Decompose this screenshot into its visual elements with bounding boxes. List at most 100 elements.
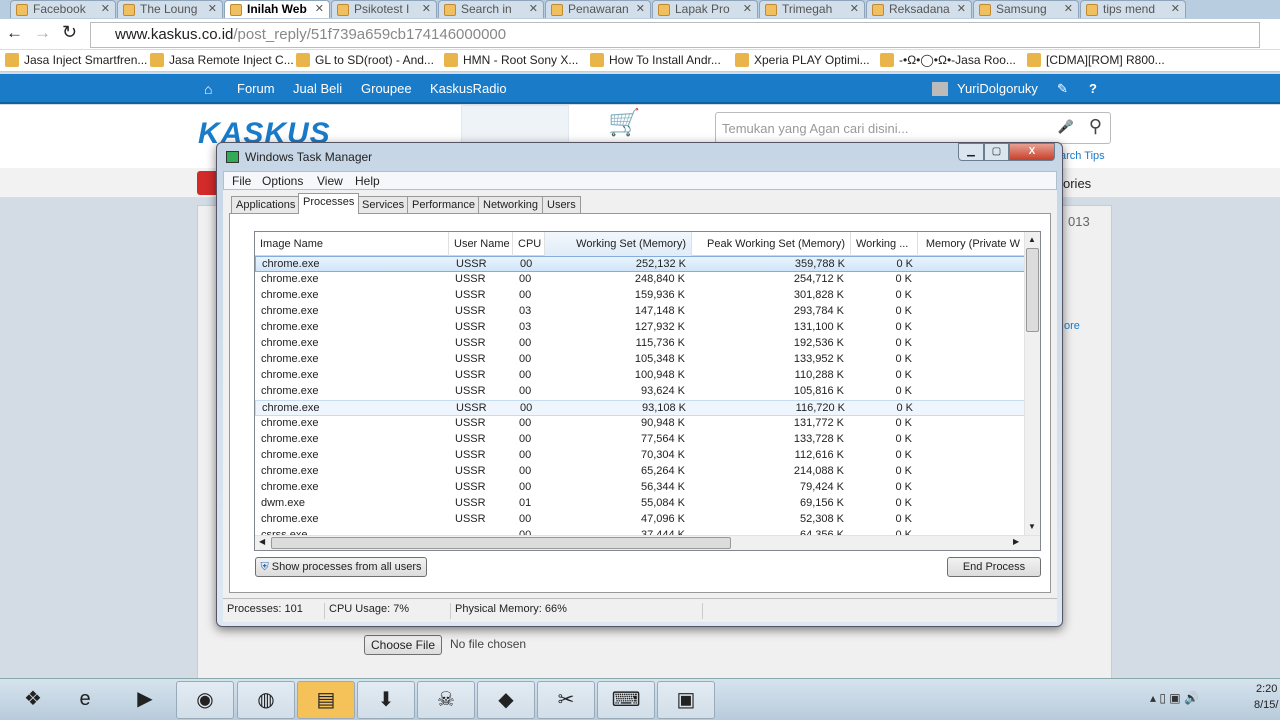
windows-explorer-icon[interactable]: ▤ xyxy=(297,681,355,719)
menu-options[interactable]: Options xyxy=(262,174,303,188)
table-row[interactable]: chrome.exe USSR 00 105,348 K 133,952 K 0 K xyxy=(255,352,1025,368)
column-cpu[interactable]: CPU xyxy=(513,232,545,256)
search-tips-link[interactable]: arch Tips xyxy=(1060,150,1105,162)
close-tab-icon[interactable]: ✕ xyxy=(529,2,538,15)
column-peak-working-set[interactable]: Peak Working Set (Memory) xyxy=(692,232,851,256)
address-bar[interactable]: www.kaskus.co.id/post_reply/51f739a659cb… xyxy=(90,22,1260,48)
pencil-icon[interactable]: ✎ xyxy=(1057,81,1068,97)
minimize-button[interactable]: ▁ xyxy=(958,143,984,161)
column-user-name[interactable]: User Name xyxy=(449,232,513,256)
microphone-icon[interactable]: 🎤 xyxy=(1058,119,1074,135)
task-manager-icon[interactable]: ▣ xyxy=(657,681,715,719)
close-tab-icon[interactable]: ✕ xyxy=(743,2,752,15)
table-row[interactable]: chrome.exe USSR 00 115,736 K 192,536 K 0 K xyxy=(255,336,1025,352)
tab-services[interactable]: Services xyxy=(357,196,410,213)
table-row[interactable]: chrome.exe USSR 00 248,840 K 254,712 K 0 K xyxy=(255,272,1025,288)
tab-networking[interactable]: Networking xyxy=(478,196,544,213)
chrome-icon[interactable]: ◉ xyxy=(176,681,234,719)
bookmark-item[interactable]: -•Ω•◯•Ω•-Jasa Roo... xyxy=(880,53,1016,67)
table-row[interactable]: chrome.exe USSR 03 127,932 K 131,100 K 0 K xyxy=(255,320,1025,336)
tab-processes[interactable]: Processes xyxy=(298,193,360,214)
nav-groupee[interactable]: Groupee xyxy=(361,81,412,96)
table-row[interactable]: chrome.exe USSR 00 252,132 K 359,788 K 0 K xyxy=(255,256,1025,272)
table-row[interactable]: chrome.exe USSR 00 93,108 K 116,720 K 0 K xyxy=(255,400,1025,416)
horizontal-scroll-thumb[interactable] xyxy=(271,537,731,549)
table-row[interactable]: chrome.exe USSR 00 47,096 K 52,308 K 0 K xyxy=(255,512,1025,528)
close-tab-icon[interactable]: ✕ xyxy=(1064,2,1073,15)
close-tab-icon[interactable]: ✕ xyxy=(636,2,645,15)
menu-file[interactable]: File xyxy=(232,174,251,188)
choose-file-button[interactable]: Choose File xyxy=(364,635,442,655)
reload-icon[interactable]: ↻ xyxy=(62,22,77,43)
column-image-name[interactable]: Image Name xyxy=(255,232,449,256)
browser-tab[interactable]: tips mend ✕ xyxy=(1080,0,1186,18)
browser-tab[interactable]: Lapak Pro ✕ xyxy=(652,0,758,18)
bookmark-item[interactable]: Jasa Remote Inject C... xyxy=(150,53,294,67)
tray-icons[interactable]: ▴ ▯ ▣ 🔊 xyxy=(1150,691,1199,705)
internet-explorer-icon[interactable]: e xyxy=(56,681,114,719)
nav-forum[interactable]: Forum xyxy=(237,81,275,96)
tab-performance[interactable]: Performance xyxy=(407,196,480,213)
firefox-icon[interactable]: ◍ xyxy=(237,681,295,719)
close-tab-icon[interactable]: ✕ xyxy=(1171,2,1180,15)
more-link[interactable]: ore xyxy=(1064,320,1080,332)
browser-tab[interactable]: Trimegah ✕ xyxy=(759,0,865,18)
clock-time[interactable]: 2:20 xyxy=(1256,683,1277,695)
search-input[interactable]: Temukan yang Agan cari disini... 🎤 ⚲ xyxy=(715,112,1111,144)
bookmark-item[interactable]: Xperia PLAY Optimi... xyxy=(735,53,870,67)
show-all-processes-button[interactable]: ⛨ Show processes from all users xyxy=(255,557,427,577)
table-row[interactable]: chrome.exe USSR 00 159,936 K 301,828 K 0 K xyxy=(255,288,1025,304)
table-row[interactable]: chrome.exe USSR 00 70,304 K 112,616 K 0 K xyxy=(255,448,1025,464)
bookmark-item[interactable]: GL to SD(root) - And... xyxy=(296,53,434,67)
close-tab-icon[interactable]: ✕ xyxy=(422,2,431,15)
network-app-icon[interactable]: ⌨ xyxy=(597,681,655,719)
clock-date[interactable]: 8/15/ xyxy=(1254,699,1278,711)
table-row[interactable]: chrome.exe USSR 00 65,264 K 214,088 K 0 K xyxy=(255,464,1025,480)
bookmark-item[interactable]: How To Install Andr... xyxy=(590,53,721,67)
help-icon[interactable]: ? xyxy=(1089,81,1097,96)
browser-tab[interactable]: Penawaran ✕ xyxy=(545,0,651,18)
close-tab-icon[interactable]: ✕ xyxy=(850,2,859,15)
menu-view[interactable]: View xyxy=(317,174,343,188)
username-link[interactable]: YuriDolgoruky xyxy=(957,81,1038,96)
vertical-scrollbar[interactable]: ▲ ▼ xyxy=(1024,232,1040,535)
bookmark-item[interactable]: Jasa Inject Smartfren... xyxy=(5,53,147,67)
internet-download-manager-icon[interactable]: ⬇ xyxy=(357,681,415,719)
categories-dropdown[interactable]: ories xyxy=(1063,176,1091,191)
close-button[interactable]: X xyxy=(1009,143,1055,161)
home-icon[interactable]: ⌂ xyxy=(204,81,212,97)
browser-tab[interactable]: The Loung ✕ xyxy=(117,0,223,18)
tab-users[interactable]: Users xyxy=(542,196,581,213)
close-tab-icon[interactable]: ✕ xyxy=(208,2,217,15)
close-tab-icon[interactable]: ✕ xyxy=(957,2,966,15)
browser-tab[interactable]: Reksadana ✕ xyxy=(866,0,972,18)
cart-icon[interactable]: 🛒 xyxy=(608,107,640,138)
horizontal-scrollbar[interactable]: ◀ ▶ xyxy=(255,535,1040,550)
close-tab-icon[interactable]: ✕ xyxy=(315,2,324,15)
table-row[interactable]: chrome.exe USSR 00 56,344 K 79,424 K 0 K xyxy=(255,480,1025,496)
column-working-set[interactable]: Working Set (Memory) xyxy=(545,232,692,256)
nav-kaskusradio[interactable]: KaskusRadio xyxy=(430,81,507,96)
forward-icon[interactable]: → xyxy=(34,23,51,43)
table-row[interactable]: chrome.exe USSR 00 90,948 K 131,772 K 0 K xyxy=(255,416,1025,432)
browser-tab[interactable]: Inilah Web ✕ xyxy=(224,0,330,18)
media-player-icon[interactable]: ▶ xyxy=(116,681,174,719)
forum-icon[interactable] xyxy=(461,105,569,143)
nav-jual-beli[interactable]: Jual Beli xyxy=(293,81,342,96)
bookmark-item[interactable]: [CDMA][ROM] R800... xyxy=(1027,53,1165,67)
table-row[interactable]: dwm.exe USSR 01 55,084 K 69,156 K 0 K xyxy=(255,496,1025,512)
browser-tab[interactable]: Facebook ✕ xyxy=(10,0,116,18)
tab-applications[interactable]: Applications xyxy=(231,196,301,213)
scroll-left-icon[interactable]: ◀ xyxy=(259,537,265,546)
usb-app-icon[interactable]: ◆ xyxy=(477,681,535,719)
close-tab-icon[interactable]: ✕ xyxy=(101,2,110,15)
table-row[interactable]: chrome.exe USSR 00 77,564 K 133,728 K 0 K xyxy=(255,432,1025,448)
column-working-delta[interactable]: Working ... xyxy=(851,232,918,256)
table-row[interactable]: chrome.exe USSR 03 147,148 K 293,784 K 0 K xyxy=(255,304,1025,320)
scroll-right-icon[interactable]: ▶ xyxy=(1013,537,1019,546)
start-orb-icon[interactable]: ❖ xyxy=(4,681,62,719)
back-icon[interactable]: ← xyxy=(6,23,23,43)
scroll-up-icon[interactable]: ▲ xyxy=(1028,235,1036,244)
table-row[interactable]: chrome.exe USSR 00 93,624 K 105,816 K 0 K xyxy=(255,384,1025,400)
skull-app-icon[interactable]: ☠ xyxy=(417,681,475,719)
